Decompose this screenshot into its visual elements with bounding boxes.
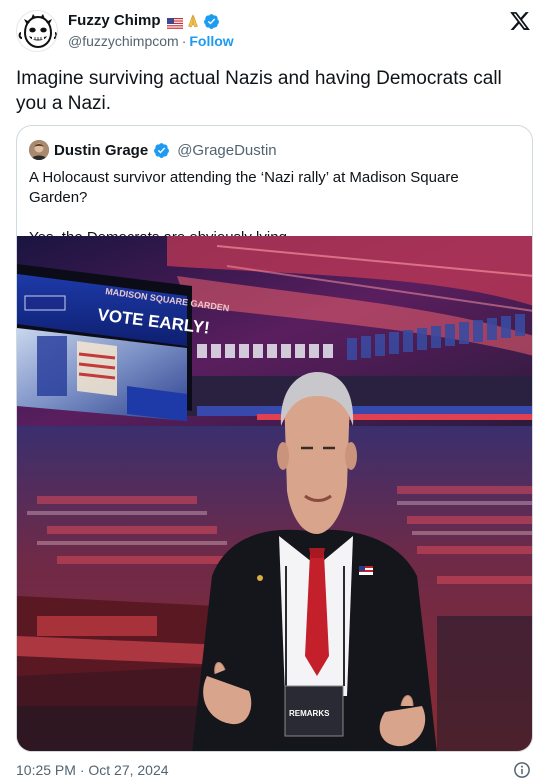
info-icon[interactable] [513,761,531,779]
quoted-tweet-card[interactable]: Dustin Grage @GrageDustin A Holocaust su… [16,125,533,752]
tweet-text: Imagine surviving actual Nazis and havin… [16,68,502,114]
quoted-tweet-header: Dustin Grage @GrageDustin [29,140,277,160]
quoted-author-name: Dustin Grage [54,141,149,159]
author-display-name[interactable]: Fuzzy Chimp [68,12,161,30]
quoted-author-handle: @GrageDustin [177,141,277,159]
praying-hands-icon [187,14,199,28]
tweet-footer: 10:25 PM · Oct 27, 2024 [16,760,531,780]
us-flag-icon [166,16,183,29]
tweet-header: Fuzzy Chimp @fuzzychimpcom · Follow [16,10,531,52]
quoted-author-avatar [29,140,49,160]
follow-button[interactable]: Follow [189,33,233,49]
credential-text: REMARKS [289,709,330,718]
author-handle-row: @fuzzychimpcom · Follow [68,32,234,50]
verified-badge-icon [203,13,220,30]
arena-photo-illustration: VOTE EARLY! MADISON SQUARE GARDEN REMARK… [17,236,532,751]
x-logo-icon[interactable] [509,10,531,32]
tweet-timestamp[interactable]: 10:25 PM · Oct 27, 2024 [16,762,169,778]
separator-dot: · [181,33,187,49]
scoreboard [17,264,192,421]
quoted-text-line-1: A Holocaust survivor attending the ‘Nazi… [29,169,459,206]
author-name-row: Fuzzy Chimp [68,12,220,30]
author-handle[interactable]: @fuzzychimpcom [68,33,179,49]
quoted-tweet-photo[interactable]: VOTE EARLY! MADISON SQUARE GARDEN REMARK… [17,236,532,751]
chimp-logo-icon [17,11,57,51]
quoted-verified-badge-icon [153,142,170,159]
author-avatar[interactable] [16,10,58,52]
